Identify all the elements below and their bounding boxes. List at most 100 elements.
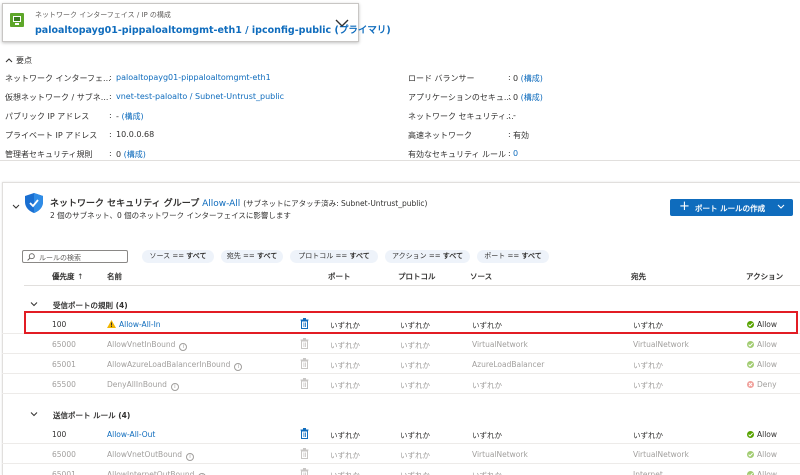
rule-destination: いずれか: [633, 381, 663, 390]
filter-pill[interactable]: ポート == すべて: [477, 250, 549, 263]
rule-group-header[interactable]: 送信ポート ルール (4): [2, 404, 800, 425]
plus-icon: +: [679, 199, 690, 214]
column-header-action[interactable]: アクション: [746, 271, 783, 282]
essentials-value-text[interactable]: paloaltopayg01-pippaloaltomgmt-eth1: [116, 73, 271, 82]
rule-name-link[interactable]: AllowVnetOutBound: [107, 450, 182, 459]
allow-icon: [747, 361, 754, 368]
essentials-colon: :: [109, 73, 112, 82]
priority-header-label: 優先度: [52, 272, 75, 281]
nsg-title: ネットワーク セキュリティ グループ Allow-All (サブネットにアタッチ…: [50, 196, 427, 209]
rule-name-cell: AllowInternetOutBoundi: [107, 470, 207, 475]
essentials-label: 仮想ネットワーク / サブネ...: [5, 93, 109, 102]
rule-name-link[interactable]: DenyAllInBound: [107, 380, 167, 389]
info-icon[interactable]: i: [234, 363, 243, 371]
rule-action: Allow: [747, 450, 777, 459]
nic-ipconfig-selector[interactable]: ネットワーク インターフェイス / IP の構成 paloaltopayg01-…: [2, 3, 391, 42]
table-row[interactable]: 65500 DenyAllInBound i いずれか いずれか いずれか いずれか Deny: [2, 374, 800, 394]
column-header-priority[interactable]: 優先度 ↑: [52, 271, 83, 282]
essentials-value-left[interactable]: paloaltopayg01-pippaloaltomgmt-eth1: [116, 73, 271, 82]
column-header-source[interactable]: ソース: [470, 271, 492, 282]
essentials-value-right: 0 (構成): [513, 73, 543, 84]
rule-priority: 65500: [52, 380, 76, 389]
essentials-config-link[interactable]: (構成): [521, 74, 543, 83]
rule-source: VirtualNetwork: [472, 340, 528, 349]
nsg-attached-suffix: ): [424, 199, 428, 208]
search-placeholder: ルールの検索: [39, 254, 81, 262]
filter-pill[interactable]: ソース == すべて: [142, 250, 214, 263]
essentials-value-text: 0: [116, 150, 124, 159]
table-row[interactable]: 65001 AllowAzureLoadBalancerInBound i いずれか い…: [2, 354, 800, 374]
table-row[interactable]: 65000 AllowVnetInBound i いずれか いずれか VirtualNet…: [2, 334, 800, 354]
chevron-down-icon[interactable]: [30, 410, 38, 418]
essentials-value-text: 0: [513, 93, 521, 102]
essentials-config-link[interactable]: (構成): [521, 93, 543, 102]
rule-name-link[interactable]: AllowInternetOutBound: [107, 470, 194, 475]
essentials-colon: :: [508, 111, 511, 120]
essentials-toggle[interactable]: 要点: [5, 55, 32, 66]
nsg-subtitle: 2 個のサブネット、0 個のネットワーク インターフェイスに影響します: [50, 211, 291, 220]
rule-search-input[interactable]: ルールの検索: [22, 250, 128, 263]
essentials-label: ネットワーク インターフェ...: [5, 74, 111, 83]
rule-port: いずれか: [330, 361, 360, 370]
chevron-down-icon[interactable]: [334, 15, 350, 31]
nsg-name-link[interactable]: Allow-All: [202, 199, 240, 209]
essentials-value-right: 0: [513, 149, 518, 158]
essentials-value-left: 10.0.0.68: [116, 130, 154, 139]
network-interface-icon: [10, 13, 24, 27]
essentials-config-link[interactable]: (構成): [124, 150, 146, 159]
essentials-value-right: 0 (構成): [513, 92, 543, 103]
delete-icon[interactable]: [300, 428, 309, 439]
allow-icon: [747, 471, 754, 475]
essentials-value-text: 0: [513, 74, 521, 83]
column-header-protocol[interactable]: プロトコル: [398, 271, 436, 282]
info-icon[interactable]: i: [170, 383, 179, 391]
rule-port: いずれか: [330, 381, 360, 390]
table-row[interactable]: 65000 AllowVnetOutBound i いずれか いずれか VirtualNe…: [2, 444, 800, 464]
rule-priority: 100: [52, 430, 67, 439]
filter-value: すべて: [442, 252, 464, 260]
info-icon[interactable]: i: [179, 343, 188, 351]
rule-action: Deny: [747, 380, 777, 389]
rule-name-cell: AllowVnetInBound i: [107, 340, 188, 351]
table-row[interactable]: 65001 AllowInternetOutBoundi いずれか いずれか いずれか I…: [2, 464, 800, 475]
essentials-value-text: 有効: [513, 131, 529, 140]
rule-name-link[interactable]: Allow-All-Out: [107, 430, 155, 439]
rule-protocol: いずれか: [400, 361, 430, 370]
header-divider: [24, 285, 800, 286]
chevron-down-icon[interactable]: [11, 202, 21, 212]
column-header-destination[interactable]: 宛先: [631, 271, 646, 282]
rule-source: VirtualNetwork: [472, 450, 528, 459]
filter-pill[interactable]: アクション == すべて: [385, 250, 470, 263]
rule-action: Allow: [747, 430, 777, 439]
rule-source: いずれか: [472, 431, 502, 440]
essentials-label: プライベート IP アドレス: [5, 131, 98, 140]
column-header-port[interactable]: ポート: [328, 271, 351, 282]
essentials-label: 有効なセキュリティ ルール: [408, 150, 507, 159]
essentials-config-link[interactable]: 0: [513, 149, 518, 158]
shield-icon: [25, 193, 43, 213]
filter-value: すべて: [186, 252, 207, 260]
column-header-name[interactable]: 名前: [107, 271, 122, 282]
filter-pill[interactable]: 宛先 == すべて: [221, 250, 283, 263]
rule-source: AzureLoadBalancer: [472, 360, 545, 369]
essentials-title: 要点: [16, 56, 32, 65]
table-row[interactable]: 100 Allow-All-Out いずれか いずれか いずれか いずれか Allow: [2, 424, 800, 444]
nsg-subnet-link[interactable]: Subnet-Untrust_public: [341, 199, 424, 208]
essentials-value-text[interactable]: vnet-test-paloalto / Subnet-Untrust_publ…: [116, 92, 284, 101]
essentials-config-link[interactable]: (構成): [121, 112, 143, 121]
filter-key: 宛先 ==: [226, 252, 257, 260]
info-icon[interactable]: i: [186, 453, 195, 461]
create-port-rule-label: ポート ルールの作成: [695, 204, 766, 213]
rule-name-link[interactable]: AllowVnetInBound: [107, 340, 175, 349]
filter-pill[interactable]: プロトコル == すべて: [290, 250, 378, 263]
rule-name-link[interactable]: AllowAzureLoadBalancerInBound: [107, 360, 230, 369]
essentials-label: 高速ネットワーク: [408, 131, 472, 140]
rule-priority: 65001: [52, 360, 76, 369]
rule-destination: いずれか: [633, 431, 663, 440]
filter-value: すべて: [349, 252, 370, 260]
chevron-down-icon[interactable]: [30, 300, 38, 308]
rule-destination: Internet: [633, 470, 663, 475]
create-port-rule-button[interactable]: + ポート ルールの作成: [670, 199, 793, 216]
essentials-colon: :: [508, 149, 511, 158]
essentials-value-left[interactable]: vnet-test-paloalto / Subnet-Untrust_publ…: [116, 92, 284, 101]
